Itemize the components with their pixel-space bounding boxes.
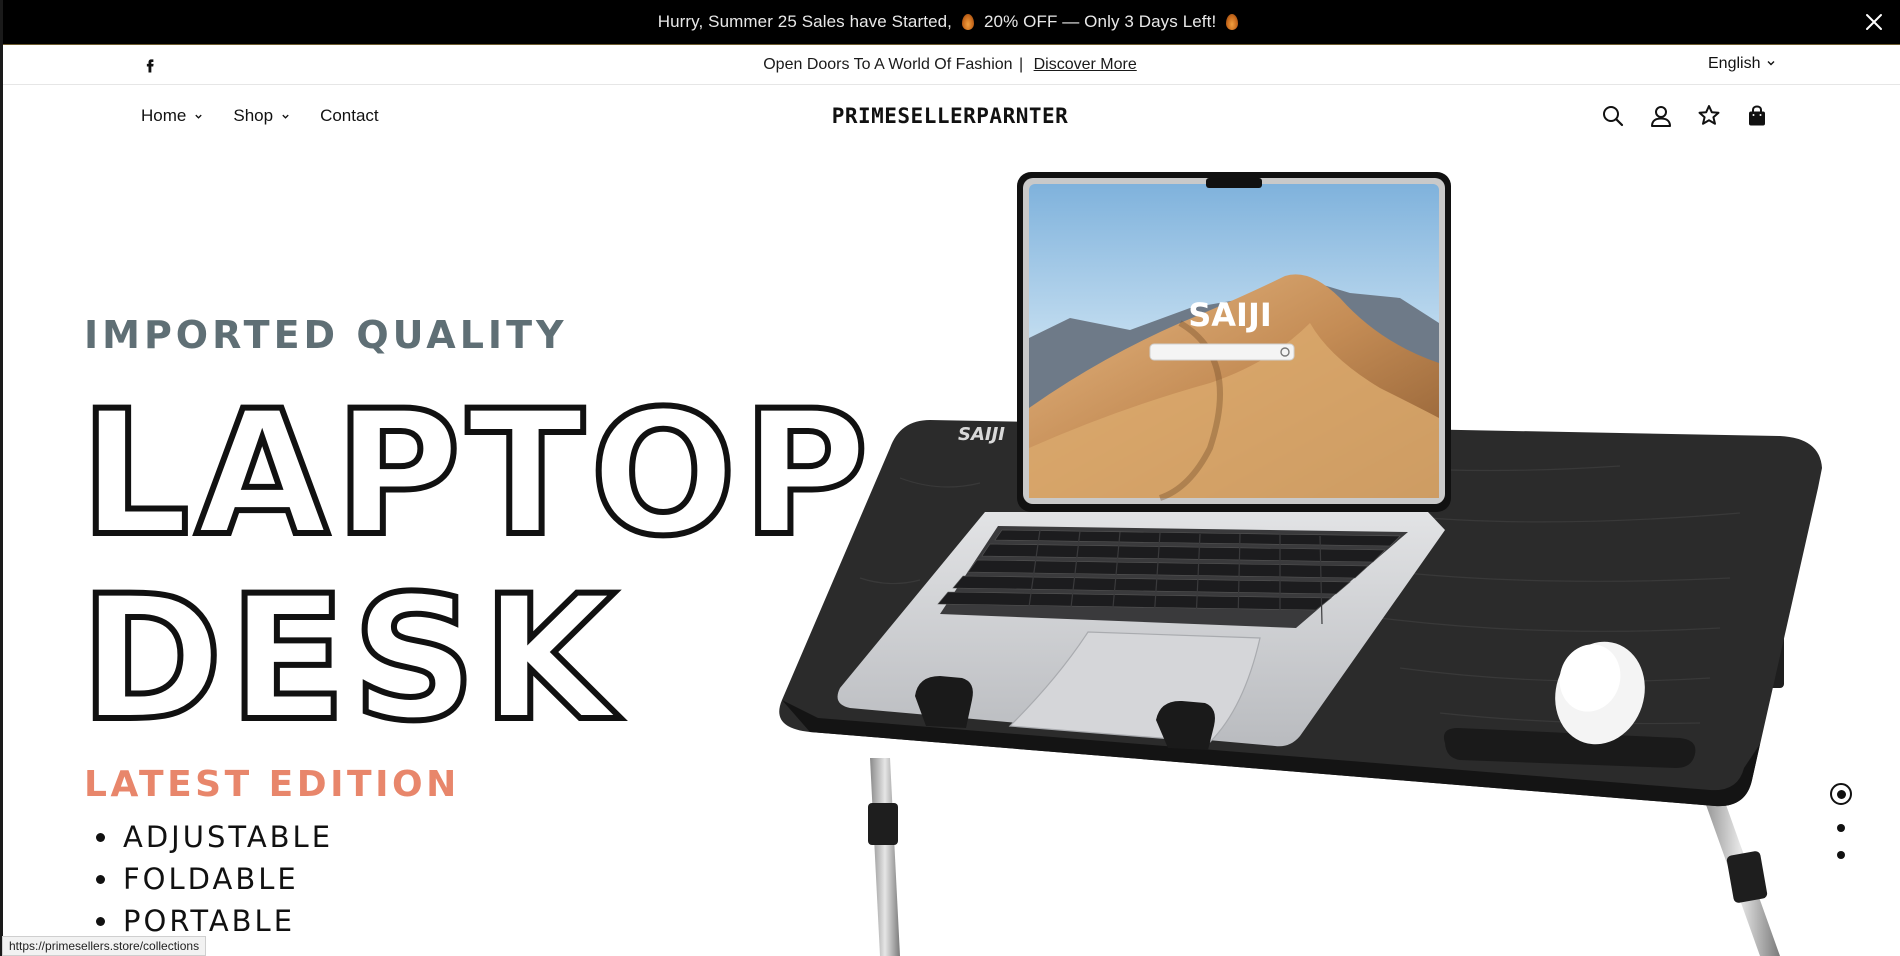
search-icon[interactable] (1600, 103, 1626, 129)
cart-icon[interactable] (1744, 103, 1770, 129)
slide-dot-2[interactable] (1837, 824, 1845, 832)
laptop-desk-image: SAIJI SAIJI (779, 172, 1823, 956)
status-bar-url: https://primesellers.store/collections (2, 936, 207, 956)
tagline-separator: | (1019, 56, 1024, 73)
feature-item: FOLDABLE (96, 858, 333, 900)
slide-dot-1-active[interactable] (1830, 783, 1852, 805)
window-left-border (0, 0, 3, 956)
announcement-text: Hurry, Summer 25 Sales have Started, 20%… (658, 12, 1243, 32)
slideshow-pagination (1830, 783, 1852, 859)
chevron-down-icon (1766, 55, 1776, 73)
hero-feature-list: ADJUSTABLE FOLDABLE PORTABLE (96, 816, 333, 942)
tagline-text: Open Doors To A World Of Fashion (763, 56, 1013, 73)
wishlist-icon[interactable] (1696, 103, 1722, 129)
fire-icon (962, 14, 974, 30)
hero-slide: IMPORTED QUALITY LAPTOP DESK LATEST EDIT… (0, 148, 1900, 956)
close-icon[interactable] (1862, 10, 1886, 34)
desk-brand-label: SAIJI (958, 424, 1005, 445)
utility-tagline: Open Doors To A World Of Fashion | Disco… (0, 56, 1900, 74)
screen-brand-label: SAIJI (1188, 296, 1272, 334)
announcement-text-start: Hurry, Summer 25 Sales have Started, (657, 12, 952, 31)
account-icon[interactable] (1648, 103, 1674, 129)
utility-bar: Open Doors To A World Of Fashion | Disco… (0, 45, 1900, 85)
language-selector[interactable]: English (1708, 55, 1776, 73)
discover-more-link[interactable]: Discover More (1034, 56, 1137, 73)
header-actions (1600, 103, 1770, 129)
hero-kicker: IMPORTED QUALITY (84, 313, 568, 357)
slide-dot-3[interactable] (1837, 851, 1845, 859)
feature-item: ADJUSTABLE (96, 816, 333, 858)
announcement-text-offer: 20% OFF — Only 3 Days Left! (984, 12, 1217, 31)
site-header: Home Shop Contact PRIMESELLERPARNTER (0, 86, 1900, 148)
language-label: English (1708, 55, 1761, 72)
fire-icon (1226, 14, 1239, 30)
announcement-bar: Hurry, Summer 25 Sales have Started, 20%… (0, 0, 1900, 45)
hero-edition: LATEST EDITION (84, 764, 460, 805)
hero-title-line2: DESK (77, 558, 622, 759)
